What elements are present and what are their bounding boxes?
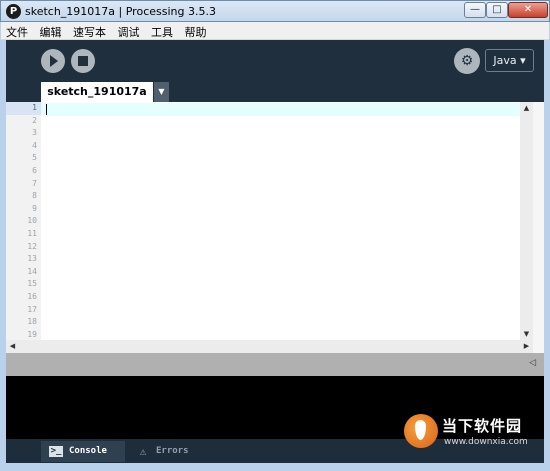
scroll-right-icon[interactable]: ▶: [520, 340, 533, 353]
line-number: 15: [27, 279, 37, 289]
line-number: 2: [32, 115, 37, 125]
line-number: 9: [32, 203, 37, 213]
line-number: 18: [27, 317, 37, 327]
editor-status-strip: [533, 102, 544, 353]
console-icon: >_: [49, 446, 63, 457]
vertical-scrollbar[interactable]: ▲ ▼: [520, 102, 533, 340]
line-number: 13: [27, 254, 37, 264]
line-number: 11: [27, 228, 37, 238]
console-tab-label: Console: [69, 446, 107, 456]
stop-button[interactable]: [71, 49, 95, 73]
site-watermark: 当下软件园 www.downxia.com: [404, 412, 544, 464]
line-number: 8: [32, 191, 37, 201]
toolbar: ⚙ Java ▾ sketch_191017a ▼: [6, 40, 544, 102]
scroll-down-icon[interactable]: ▼: [520, 328, 533, 340]
line-number-gutter: 1 2 3 4 5 6 7 8 9 10 11 12 13 14 15 16 1…: [6, 102, 41, 340]
tab-menu-arrow-icon[interactable]: ▼: [154, 82, 169, 102]
line-number: 10: [27, 216, 37, 226]
warning-icon: ⚠: [139, 445, 147, 458]
watermark-url: www.downxia.com: [444, 437, 528, 447]
code-editor[interactable]: [41, 102, 520, 340]
tab-errors[interactable]: ⚠ Errors: [128, 441, 205, 462]
window-title: sketch_191017a | Processing 3.5.3: [25, 5, 216, 18]
tab-console[interactable]: >_ Console: [41, 441, 125, 462]
menu-tools[interactable]: 工具: [148, 22, 176, 42]
line-number: 6: [32, 165, 37, 175]
close-button[interactable]: ✕: [508, 2, 548, 18]
maximize-button[interactable]: □: [486, 2, 508, 18]
watermark-logo-icon: [404, 414, 438, 448]
line-number: 5: [32, 153, 37, 163]
menu-file[interactable]: 文件: [3, 22, 31, 42]
line-number: 1: [6, 102, 41, 115]
scroll-up-icon[interactable]: ▲: [520, 102, 533, 114]
line-number: 16: [27, 291, 37, 301]
line-number: 14: [27, 266, 37, 276]
run-button[interactable]: [41, 49, 65, 73]
menu-edit[interactable]: 编辑: [37, 22, 65, 42]
line-number: 12: [27, 241, 37, 251]
errors-tab-label: Errors: [156, 446, 189, 456]
minimize-button[interactable]: —: [464, 2, 486, 18]
debugger-butterfly-icon[interactable]: ⚙: [454, 48, 480, 74]
line-number: 7: [32, 178, 37, 188]
line-number: 17: [27, 304, 37, 314]
processing-app-icon: P: [6, 4, 21, 19]
horizontal-scrollbar[interactable]: ◀ ▶: [6, 340, 533, 353]
line-number: 4: [32, 140, 37, 150]
window-title-bar[interactable]: P sketch_191017a | Processing 3.5.3 — □ …: [0, 0, 550, 22]
line-number: 3: [32, 128, 37, 138]
status-bar: ◁: [6, 353, 544, 376]
watermark-text: 当下软件园: [442, 417, 523, 435]
collapse-console-icon[interactable]: ◁: [529, 358, 536, 368]
menu-sketch[interactable]: 速写本: [70, 22, 109, 42]
scroll-left-icon[interactable]: ◀: [6, 340, 19, 353]
current-line-highlight: [41, 103, 520, 116]
line-number: 19: [27, 329, 37, 339]
tab-sketch[interactable]: sketch_191017a: [41, 82, 153, 102]
menu-bar: 文件 编辑 速写本 调试 工具 帮助: [1, 22, 549, 40]
text-caret: [46, 104, 47, 115]
mode-selector[interactable]: Java ▾: [485, 49, 534, 72]
menu-help[interactable]: 帮助: [182, 22, 210, 42]
menu-debug[interactable]: 调试: [115, 22, 143, 42]
